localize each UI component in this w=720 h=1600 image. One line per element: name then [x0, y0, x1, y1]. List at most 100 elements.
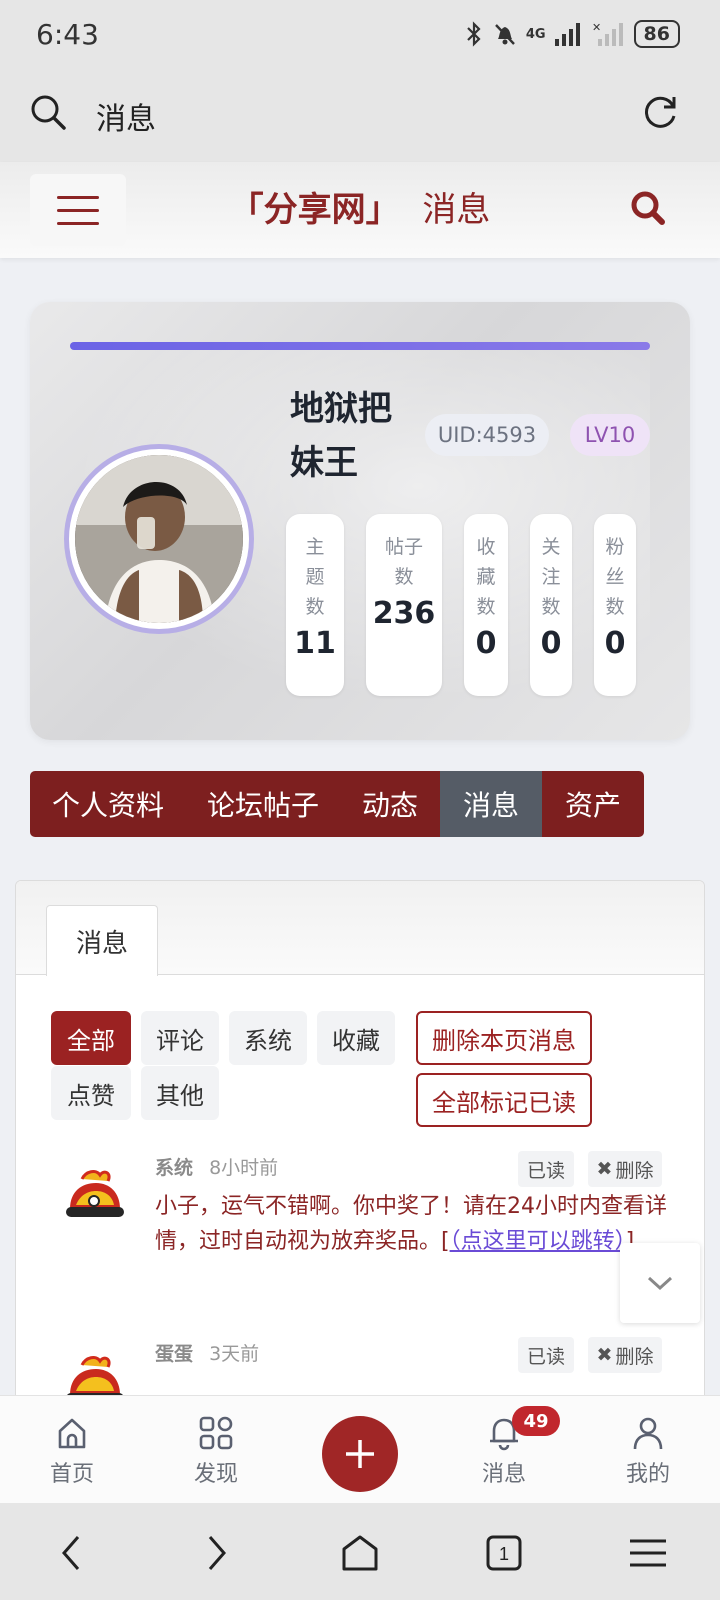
- nav-messages[interactable]: 49 消息: [454, 1406, 560, 1488]
- stat-value: 11: [294, 626, 336, 661]
- tab-forum-posts[interactable]: 论坛帖子: [186, 771, 340, 837]
- message-link[interactable]: （点这里可以跳转）: [450, 1229, 626, 1254]
- avatar-photo: [75, 455, 243, 623]
- home-button-icon[interactable]: [338, 1531, 382, 1575]
- filter-other[interactable]: 其他: [141, 1066, 219, 1120]
- delete-message-button[interactable]: ✖ 删除: [588, 1337, 662, 1373]
- mark-all-read-button[interactable]: 全部标记已读: [416, 1073, 592, 1127]
- network-label: 4G: [525, 26, 546, 42]
- page-title: 「分享网」 消息: [0, 182, 720, 231]
- accent-line: [70, 342, 650, 350]
- mute-icon: [494, 24, 515, 45]
- level-badge: LV10: [570, 414, 650, 456]
- close-icon: ✖: [596, 1344, 613, 1366]
- stat-favorites[interactable]: 收藏数 0: [464, 514, 508, 696]
- stat-value: 0: [540, 626, 562, 661]
- nav-home[interactable]: 首页: [22, 1414, 122, 1488]
- search-icon[interactable]: [628, 188, 668, 228]
- nav-mine[interactable]: 我的: [598, 1414, 698, 1488]
- message-item: 系统 8小时前 已读 ✖ 删除 小子，运气不错啊。你中奖了！请在24小时内查看详情…: [16, 1151, 704, 1303]
- message-meta: 系统 8小时前: [155, 1153, 278, 1180]
- stat-value: 0: [475, 626, 497, 661]
- helmet-avatar-icon: [66, 1170, 124, 1217]
- menu-icon[interactable]: [626, 1531, 670, 1575]
- filter-favorites[interactable]: 收藏: [317, 1011, 395, 1065]
- nav-mine-label: 我的: [625, 1462, 670, 1487]
- bluetooth-icon: [467, 21, 481, 47]
- stat-label: 关注数: [541, 536, 561, 618]
- message-sender[interactable]: 系统: [155, 1157, 193, 1179]
- mark-read-button[interactable]: 已读: [518, 1151, 574, 1187]
- stat-following[interactable]: 关注数 0: [530, 514, 572, 696]
- site-header: 「分享网」 消息: [0, 162, 720, 258]
- stat-label: 收藏数: [476, 536, 496, 618]
- profile-tabs: 个人资料 论坛帖子 动态 消息 资产: [30, 771, 644, 837]
- delete-label: 删除: [615, 1345, 654, 1368]
- uid-badge: UID:4593: [425, 414, 549, 456]
- tab-profile[interactable]: 个人资料: [30, 771, 186, 837]
- nav-discover-label: 发现: [193, 1462, 238, 1487]
- nav-messages-label: 消息: [481, 1462, 526, 1487]
- message-sender[interactable]: 蛋蛋: [155, 1343, 193, 1365]
- system-nav-bar: 1: [0, 1503, 720, 1600]
- stat-followers[interactable]: 粉丝数 0: [594, 514, 636, 696]
- stat-posts[interactable]: 帖子数 236: [366, 514, 442, 696]
- message-time: 8小时前: [209, 1157, 279, 1179]
- search-icon[interactable]: [28, 92, 68, 132]
- tab-messages-panel[interactable]: 消息: [46, 905, 158, 976]
- username-line1: 地狱把: [290, 389, 392, 429]
- add-post-button[interactable]: [322, 1416, 398, 1492]
- forward-icon[interactable]: [194, 1531, 238, 1575]
- filter-likes[interactable]: 点赞: [51, 1066, 131, 1120]
- mark-read-button[interactable]: 已读: [518, 1337, 574, 1373]
- close-icon: ✖: [596, 1158, 613, 1180]
- refresh-icon[interactable]: [640, 92, 680, 132]
- stat-value: 0: [604, 626, 626, 661]
- delete-message-button[interactable]: ✖ 删除: [588, 1151, 662, 1187]
- scroll-down-button[interactable]: [620, 1243, 700, 1323]
- helmet-avatar-icon: [66, 1356, 124, 1399]
- site-brand: 「分享网」: [229, 190, 400, 230]
- bottom-nav: 首页 发现 49 消息 我的: [0, 1395, 720, 1503]
- tab-messages[interactable]: 消息: [440, 771, 542, 837]
- filter-system[interactable]: 系统: [229, 1011, 307, 1065]
- delete-page-button[interactable]: 删除本页消息: [416, 1011, 592, 1065]
- filter-comments[interactable]: 评论: [141, 1011, 219, 1065]
- signal-off-icon: ✕: [592, 21, 623, 46]
- signal-icon: [554, 23, 580, 46]
- home-icon: [58, 1418, 86, 1449]
- tabs-icon[interactable]: 1: [482, 1531, 526, 1575]
- browser-address-bar: 消息: [0, 70, 720, 162]
- battery-indicator: 86: [633, 20, 680, 48]
- stat-label: 主题数: [305, 536, 325, 618]
- plus-icon: [346, 1440, 374, 1468]
- profile-card: 地狱把 妹王 UID:4593 LV10 主题数 11 帖子数 236 收藏数 …: [30, 302, 690, 740]
- browser-query[interactable]: 消息: [96, 94, 156, 138]
- user-icon: [633, 1417, 663, 1450]
- avatar[interactable]: [64, 444, 254, 634]
- status-icons: 4G ✕ 86: [464, 20, 680, 48]
- message-time: 3天前: [209, 1343, 260, 1365]
- tab-assets[interactable]: 资产: [542, 771, 644, 837]
- back-icon[interactable]: [50, 1531, 94, 1575]
- site-page-name: 消息: [422, 190, 491, 230]
- svg-text:1: 1: [499, 1544, 509, 1564]
- nav-discover[interactable]: 发现: [166, 1414, 266, 1488]
- stat-value: 236: [372, 596, 436, 631]
- nav-home-label: 首页: [49, 1462, 94, 1487]
- message-body: 小子，运气不错啊。你中奖了！请在24小时内查看详情，过时自动视为放弃奖品。[（点…: [155, 1189, 685, 1259]
- delete-label: 删除: [615, 1159, 654, 1182]
- grid-icon: [199, 1416, 233, 1450]
- svg-text:✕: ✕: [592, 21, 601, 34]
- username: 地狱把 妹王: [290, 382, 420, 490]
- messages-panel: 消息 全部 评论 系统 收藏 点赞 其他 删除本页消息 全部标记已读 系统 8小…: [15, 880, 705, 1400]
- stat-topics[interactable]: 主题数 11: [286, 514, 344, 696]
- stat-label: 粉丝数: [605, 536, 625, 618]
- tab-activity[interactable]: 动态: [340, 771, 440, 837]
- filter-all[interactable]: 全部: [51, 1011, 131, 1065]
- chevron-down-icon: [647, 1276, 673, 1291]
- message-item: 蛋蛋 3天前 已读 ✖ 删除: [16, 1337, 704, 1399]
- message-meta: 蛋蛋 3天前: [155, 1339, 259, 1366]
- notification-badge: 49: [512, 1406, 560, 1436]
- stat-label: 帖子数: [384, 536, 423, 588]
